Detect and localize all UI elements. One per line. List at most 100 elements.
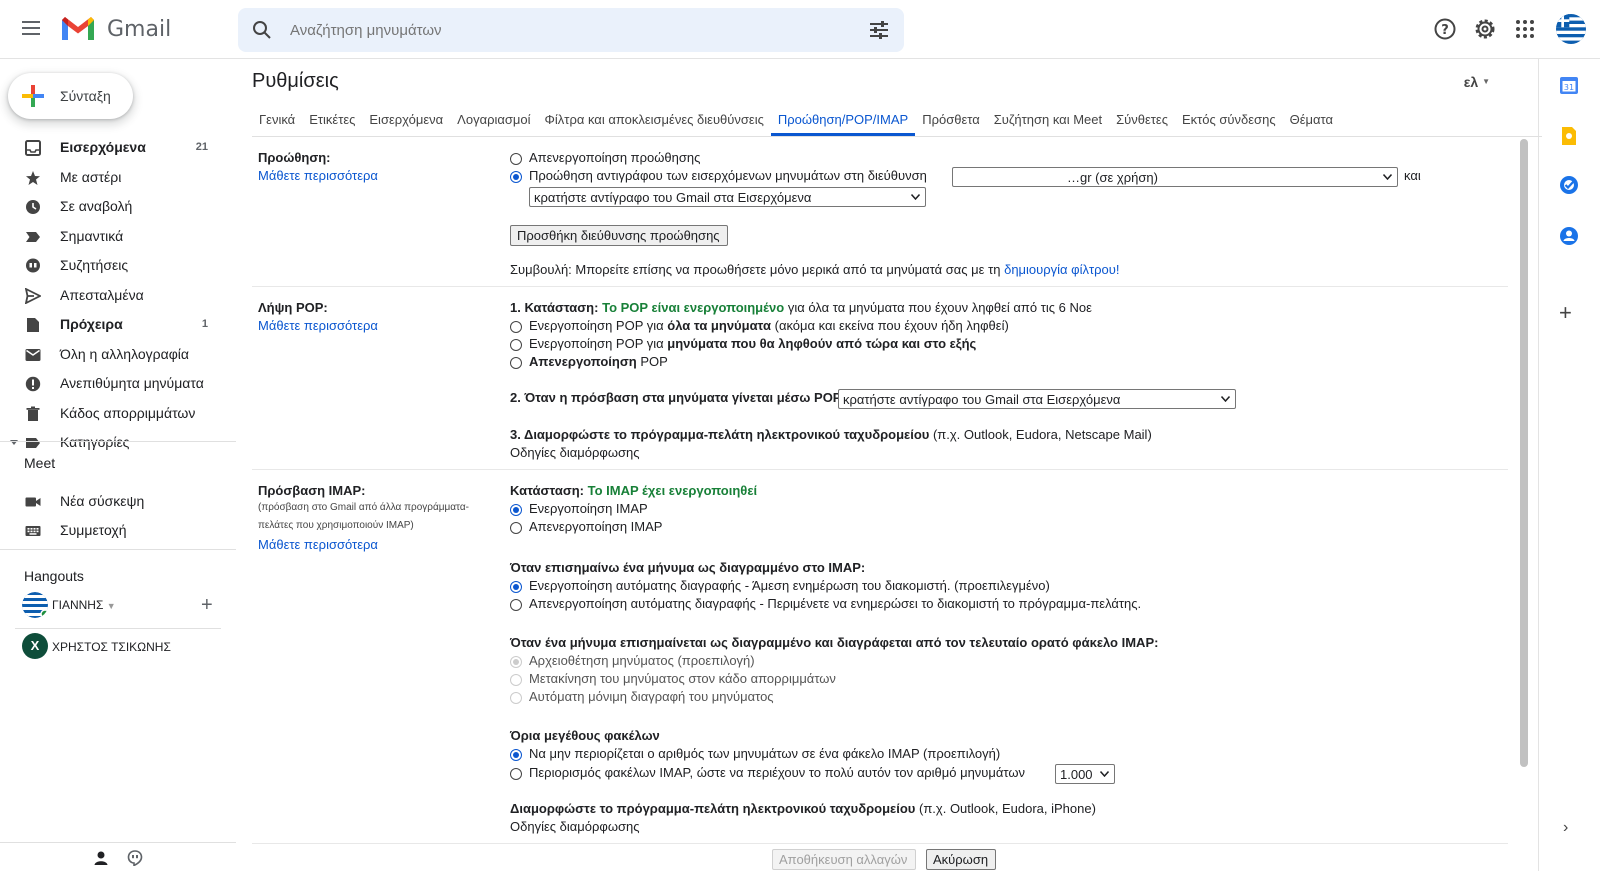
sidebar-item-all-mail[interactable]: Όλη η αλληλογραφία [0, 340, 236, 370]
hangouts-user-name[interactable]: ΓΙΑΝΝΗΣ ▼ [52, 598, 116, 612]
sidebar-item-label: Απεσταλμένα [60, 286, 144, 303]
tasks-icon[interactable] [1559, 175, 1579, 195]
svg-text:?: ? [1441, 23, 1449, 38]
apps-grid-icon[interactable] [1512, 16, 1538, 42]
tab-chat-meet[interactable]: Συζήτηση και Meet [987, 102, 1109, 136]
create-filter-link[interactable]: δημιουργία φίλτρου! [1004, 262, 1119, 277]
pop-disable-radio[interactable] [510, 357, 522, 369]
star-icon [26, 170, 40, 185]
sidebar-item-chats[interactable]: Συζητήσεις [0, 251, 236, 281]
folder-size-title: Όρια μεγέθους φακέλων [510, 728, 660, 743]
add-hangout-icon[interactable]: + [201, 594, 213, 617]
contacts-icon[interactable] [1559, 226, 1579, 246]
imap-config-instructions-link[interactable]: Οδηγίες διαμόρφωσης [510, 819, 640, 834]
forward-copy-radio[interactable] [510, 171, 522, 183]
auto-expunge-off-label: Απενεργοποίηση αυτόματης διαγραφής - Περ… [529, 596, 1142, 611]
account-avatar[interactable] [1556, 14, 1586, 44]
top-bar: Gmail ? [0, 0, 1600, 59]
no-folder-limit-radio[interactable] [510, 749, 522, 761]
sidebar-item-snoozed[interactable]: Σε αναβολή [0, 192, 236, 222]
imap-enable-radio[interactable] [510, 504, 522, 516]
sidebar-item-important[interactable]: Σημαντικά [0, 222, 236, 252]
join-meeting-button[interactable]: Συμμετοχή [0, 516, 236, 545]
mail-icon [25, 348, 41, 361]
move-to-trash-label: Μετακίνηση του μηνύματος στον κάδο απορρ… [529, 671, 836, 686]
calendar-icon[interactable]: 31 [1559, 75, 1579, 95]
sidebar-item-label: Συζητήσεις [60, 257, 129, 273]
folder-limit-select[interactable]: 1.000 [1055, 764, 1115, 784]
tab-advanced[interactable]: Σύνθετες [1109, 102, 1175, 136]
auto-expunge-off-radio[interactable] [510, 599, 522, 611]
tab-addons[interactable]: Πρόσθετα [915, 102, 987, 136]
disable-forwarding-label: Απενεργοποίηση προώθησης [529, 150, 701, 165]
scrollbar[interactable] [1520, 139, 1528, 767]
pop-access-select[interactable]: κρατήστε αντίγραφο του Gmail στα Εισερχό… [838, 389, 1236, 409]
tab-labels[interactable]: Ετικέτες [302, 102, 362, 136]
save-changes-button[interactable]: Αποθήκευση αλλαγών [772, 849, 916, 870]
move-to-trash-radio[interactable] [510, 674, 522, 686]
forward-keep-select[interactable]: κρατήστε αντίγραφο του Gmail στα Εισερχό… [529, 187, 926, 207]
tab-accounts[interactable]: Λογαριασμοί [450, 102, 537, 136]
sidebar-item-sent[interactable]: Απεσταλμένα [0, 281, 236, 311]
folder-limit-label: Περιορισμός φακέλων IMAP, ώστε να περιέχ… [529, 765, 1026, 780]
disable-forwarding-radio[interactable] [510, 153, 522, 165]
and-text: και [1404, 168, 1421, 183]
new-meeting-button[interactable]: Νέα σύσκεψη [0, 487, 236, 516]
folder-limit-radio[interactable] [510, 768, 522, 780]
imap-description-1: (πρόσβαση στο Gmail από άλλα προγράμματα… [258, 502, 469, 513]
pop-config-instructions-link[interactable]: Οδηγίες διαμόρφωσης [510, 445, 640, 460]
search-input[interactable] [290, 17, 810, 43]
hangouts-user-avatar[interactable] [22, 592, 48, 618]
imap-disable-radio[interactable] [510, 522, 522, 534]
expand-panel-icon[interactable]: › [1563, 819, 1568, 837]
get-addons-icon[interactable]: + [1559, 302, 1572, 324]
tab-offline[interactable]: Εκτός σύνδεσης [1175, 102, 1283, 136]
hangouts-contact-name[interactable]: ΧΡΗΣΤΟΣ ΤΣΙΚΩΝΗΣ [52, 640, 171, 654]
tab-inbox[interactable]: Εισερχόμενα [362, 102, 450, 136]
sidebar-item-drafts[interactable]: Πρόχειρα 1 [0, 310, 236, 340]
tab-filters[interactable]: Φίλτρα και αποκλεισμένες διευθύνσεις [538, 102, 771, 136]
person-icon[interactable] [93, 850, 109, 866]
pop-access-value: κρατήστε αντίγραφο του Gmail στα Εισερχό… [843, 392, 1121, 407]
compose-button[interactable]: Σύνταξη [8, 73, 133, 119]
sidebar-item-label: Εισερχόμενα [60, 139, 146, 155]
pop-now-label: Ενεργοποίηση POP για μηνύματα που θα ληφ… [529, 336, 977, 351]
forwarding-learn-more-link[interactable]: Μάθετε περισσότερα [258, 168, 378, 183]
pop-all-radio[interactable] [510, 321, 522, 333]
settings-gear-icon[interactable] [1472, 16, 1498, 42]
pop-learn-more-link[interactable]: Μάθετε περισσότερα [258, 318, 378, 333]
sidebar-item-label: Σημαντικά [60, 227, 124, 244]
hangouts-chat-icon[interactable] [127, 850, 143, 866]
imap-learn-more-link[interactable]: Μάθετε περισσότερα [258, 537, 378, 552]
archive-message-radio[interactable] [510, 656, 522, 668]
auto-expunge-on-radio[interactable] [510, 581, 522, 593]
help-icon[interactable]: ? [1432, 16, 1458, 42]
contact-avatar[interactable]: X [22, 633, 48, 659]
no-folder-limit-label: Να μην περιορίζεται ο αριθμός των μηνυμά… [529, 746, 1001, 761]
pop-now-radio[interactable] [510, 339, 522, 351]
search-icon[interactable] [252, 20, 272, 40]
add-forwarding-address-button[interactable]: Προσθήκη διεύθυνσης προώθησης [510, 225, 728, 246]
forward-address-select[interactable]: …gr (σε χρήση) [952, 167, 1398, 187]
pop-disable-label: Απενεργοποίηση POP [529, 354, 668, 369]
sidebar-item-categories[interactable]: Κατηγορίες [0, 428, 236, 458]
sidebar-item-starred[interactable]: Με αστέρι [0, 163, 236, 193]
input-tools-language[interactable]: ελ ▼ [1464, 74, 1490, 90]
sidebar-item-inbox[interactable]: Εισερχόμενα 21 [0, 133, 236, 163]
search-options-icon[interactable] [868, 19, 890, 41]
sidebar-item-trash[interactable]: Κάδος απορριμμάτων [0, 399, 236, 429]
spam-icon [25, 376, 41, 392]
keep-icon[interactable] [1559, 126, 1579, 146]
pop-label: Λήψη POP: [258, 300, 328, 315]
sidebar-item-spam[interactable]: Ανεπιθύμητα μηνύματα [0, 369, 236, 399]
chevron-down-icon [1221, 396, 1230, 402]
clock-icon [26, 200, 40, 214]
main-menu-icon[interactable] [22, 18, 44, 40]
join-meeting-label: Συμμετοχή [60, 522, 127, 538]
archive-message-label: Αρχειοθέτηση μηνύματος (προεπιλογή) [529, 653, 755, 668]
delete-forever-radio[interactable] [510, 692, 522, 704]
tab-forwarding-pop-imap[interactable]: Προώθηση/POP/IMAP [770, 102, 916, 136]
tab-general[interactable]: Γενικά [252, 102, 302, 136]
cancel-button[interactable]: Ακύρωση [926, 849, 996, 870]
tab-themes[interactable]: Θέματα [1283, 102, 1340, 136]
